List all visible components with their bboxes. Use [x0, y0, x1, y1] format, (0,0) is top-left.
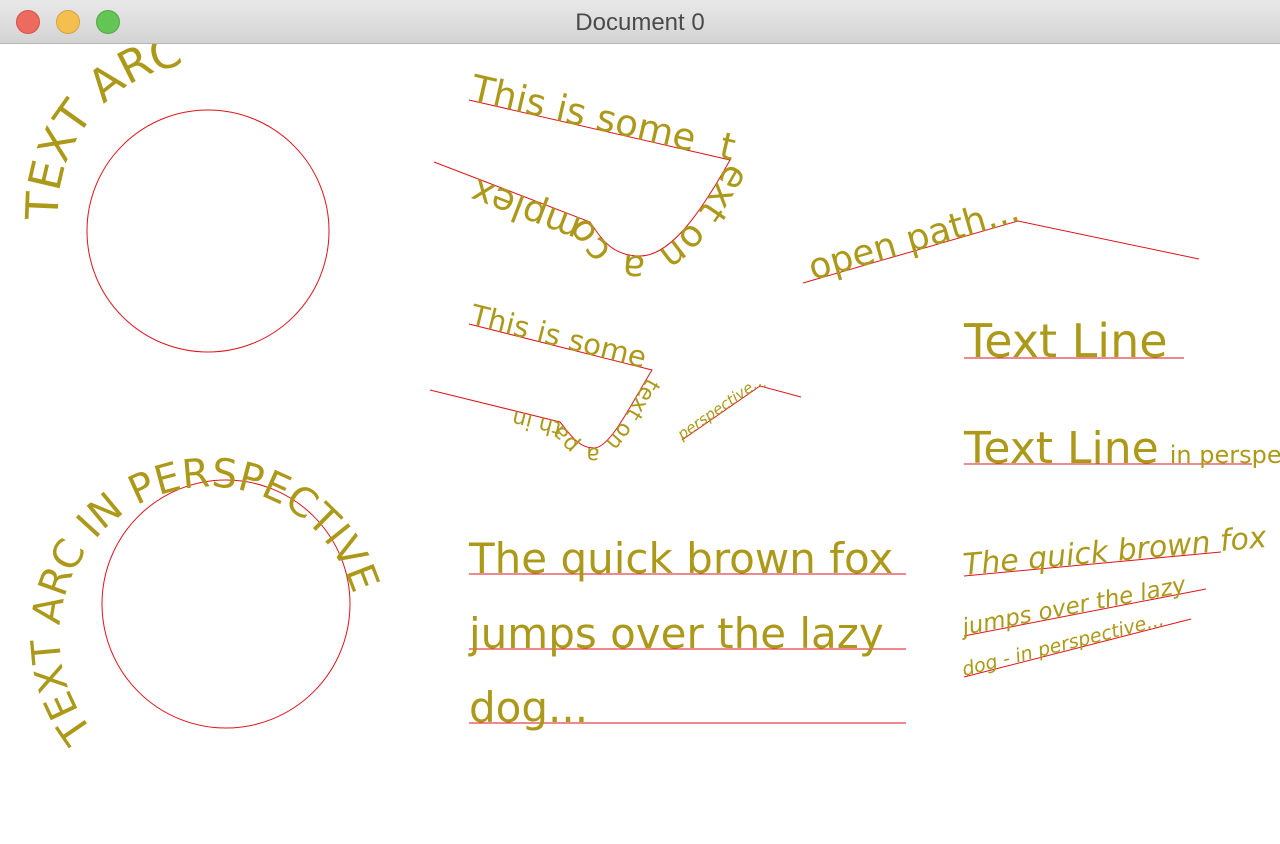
- perspective-path-bottom-text: text on a path in: [510, 374, 664, 467]
- perspective-path-top-text: This is some: [466, 298, 650, 375]
- perspective-small-textpath: perspective...: [673, 372, 771, 444]
- open-path-figure: open path...: [802, 189, 1200, 289]
- perspective-path-label: This is some text on a path in: [466, 298, 664, 468]
- text-arc-label: TEXT ARC: [16, 44, 187, 222]
- text-line-perspective-label: Text Line in perspective: [963, 423, 1280, 474]
- complex-path-top-text: This is some: [466, 67, 700, 161]
- text-line-label: Text Line: [963, 314, 1168, 368]
- arc-guide-circle: [86, 109, 330, 353]
- perspective-path-figure: This is some text on a path in perspecti…: [429, 298, 802, 468]
- paragraph-line-2: jumps over the lazy: [468, 609, 884, 658]
- complex-path-figure: This is some text on a complex: [433, 67, 759, 291]
- paragraph-line-1: The quick brown fox: [468, 534, 893, 583]
- complex-path-textpath: This is some text on a complex: [465, 67, 759, 291]
- perspective-small-label: perspective...: [673, 372, 771, 444]
- app-window: Document 0 TEXT ARC This is some text on…: [0, 0, 1280, 844]
- text-arc-figure: TEXT ARC: [16, 44, 330, 353]
- text-line-perspective-figure: Text Line in perspective: [963, 423, 1280, 474]
- text-arc-textpath: TEXT ARC: [16, 44, 187, 222]
- paragraph-line-3: dog...: [469, 683, 588, 732]
- paragraph-perspective-line-1: The quick brown fox: [962, 520, 1269, 583]
- paragraph-figure: The quick brown fox jumps over the lazy …: [468, 534, 906, 732]
- document-canvas[interactable]: TEXT ARC This is some text on a complex …: [0, 44, 1280, 844]
- text-arc-perspective-label: TEXT ARC IN PERSPECTIVE: [23, 450, 387, 753]
- text-line-perspective-big: Text Line: [963, 423, 1159, 474]
- complex-path-bottom-text: text on a complex: [465, 124, 759, 291]
- paragraph-perspective-figure: The quick brown fox jumps over the lazy …: [957, 520, 1268, 681]
- text-arc-perspective-textpath: TEXT ARC IN PERSPECTIVE: [23, 450, 387, 753]
- title-bar[interactable]: Document 0: [0, 0, 1280, 44]
- text-line-figure: Text Line: [963, 314, 1184, 368]
- complex-path-label: This is some text on a complex: [465, 67, 759, 291]
- open-path-label: open path...: [804, 189, 1024, 289]
- open-path-textpath: open path...: [804, 189, 1024, 289]
- window-title: Document 0: [575, 9, 705, 36]
- text-line-perspective-small: in perspective: [1170, 441, 1280, 469]
- text-arc-perspective-figure: TEXT ARC IN PERSPECTIVE: [23, 450, 387, 753]
- perspective-path-textpath: This is some text on a path in: [466, 298, 664, 468]
